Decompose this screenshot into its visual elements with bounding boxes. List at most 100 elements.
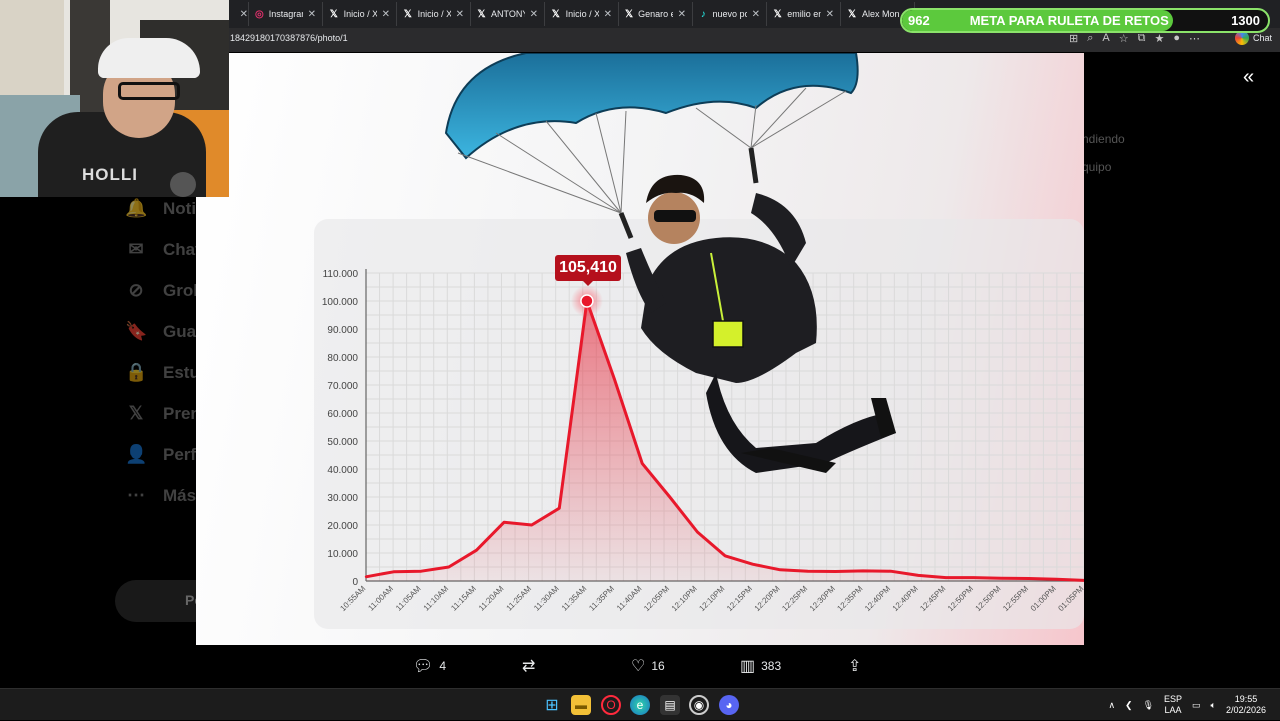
close-icon[interactable]: ✕ xyxy=(308,9,316,20)
chart: 110.000 100.000 90.000 80.000 70.000 60.000 50… xyxy=(322,174,1084,613)
webcam-glasses xyxy=(118,82,180,100)
views-icon: ▥ xyxy=(740,658,756,675)
close-icon[interactable]: ✕ xyxy=(456,9,464,20)
copilot-chat-button[interactable]: Chat xyxy=(1234,31,1272,45)
tray-app-icon[interactable]: ❮ xyxy=(1125,700,1133,711)
read-aloud-icon[interactable]: A xyxy=(1102,32,1109,45)
address-icons: ⊞ ⌕ A ☆ ⧉ ★ ● ⋯ xyxy=(1069,32,1200,45)
skydiver-figure xyxy=(626,174,896,473)
data-point xyxy=(999,577,1003,580)
x-tick-label: 12:05PM xyxy=(642,584,671,613)
opera-icon[interactable]: O xyxy=(601,695,621,715)
browser-tab[interactable]: 𝕏 Inicio / X ✕ xyxy=(545,2,619,26)
repost-icon: ⇄ xyxy=(522,658,536,675)
sidebar-item[interactable]: ✉ Chat xyxy=(125,239,200,260)
sunglasses xyxy=(654,210,696,222)
views-button[interactable]: ▥ 383 xyxy=(740,656,781,676)
x-icon: 𝕏 xyxy=(403,8,412,20)
x-tick-label: 11:25AM xyxy=(505,584,534,613)
tab-label: ANTONY xyxy=(491,9,525,19)
close-icon[interactable]: ✕ xyxy=(826,9,834,20)
y-tick-label: 100.000 xyxy=(322,297,359,308)
data-point xyxy=(1055,578,1058,581)
windows-start-icon[interactable]: ⊞ xyxy=(542,695,562,715)
data-point xyxy=(723,554,727,557)
badge xyxy=(712,320,744,348)
browser-tab[interactable]: 𝕏emilio en ✕ xyxy=(767,2,841,26)
browser-tab[interactable]: 𝕏 Inicio / X ✕ xyxy=(323,2,397,26)
data-point xyxy=(420,570,423,573)
x-tick-label: 11:35PM xyxy=(587,584,616,613)
collapse-panel-icon[interactable]: « xyxy=(1243,66,1254,89)
x-tick-label: 11:15AM xyxy=(449,584,478,613)
x-icon: 𝕏 xyxy=(551,8,560,20)
like-button[interactable]: ♡ 16 xyxy=(631,656,665,676)
close-icon[interactable]: ✕ xyxy=(752,9,760,20)
discord-icon[interactable]: ◕ xyxy=(719,695,739,715)
extensions-icon[interactable]: ⧉ xyxy=(1138,32,1146,45)
browser-tab[interactable]: 𝕏 Inicio / X ✕ xyxy=(397,2,471,26)
y-tick-label: 50.000 xyxy=(327,437,358,448)
obs-icon[interactable]: ◉ xyxy=(689,695,709,715)
favorite-icon[interactable]: ☆ xyxy=(1119,32,1129,45)
zoom-icon[interactable]: ⌕ xyxy=(1087,32,1093,45)
data-point xyxy=(530,523,533,527)
more-icon[interactable]: ⋯ xyxy=(1189,32,1200,45)
tab-close-hidden[interactable]: ✕ xyxy=(229,2,249,26)
reply-count: 4 xyxy=(439,659,446,673)
network-icon[interactable]: ▭ xyxy=(1192,700,1201,711)
share-button[interactable]: ⇪ xyxy=(848,656,861,676)
peak-callout: 105,410 xyxy=(555,255,621,286)
sidebar-item[interactable]: ⊘ Grok xyxy=(125,280,202,301)
file-explorer-icon[interactable]: ▬ xyxy=(571,695,591,715)
y-tick-label: 80.000 xyxy=(327,353,358,364)
tab-label: emilio en xyxy=(787,9,821,19)
close-icon[interactable]: ✕ xyxy=(240,9,248,20)
close-icon[interactable]: ✕ xyxy=(530,9,538,20)
photo-viewer[interactable]: 110.000 100.000 90.000 80.000 70.000 60.000 50… xyxy=(196,53,1084,645)
tray-chevron-icon[interactable]: ∧ xyxy=(1108,700,1115,711)
x-tick-label: 12:10PM xyxy=(697,584,726,613)
instagram-icon: ◎ xyxy=(255,8,264,20)
tab-label: Inicio / X xyxy=(343,9,377,19)
x-tick-label: 12:20PM xyxy=(753,584,782,613)
heart-icon: ♡ xyxy=(631,658,646,675)
y-tick-label: 90.000 xyxy=(327,325,358,336)
y-tick-label: 30.000 xyxy=(327,493,358,504)
microphone-icon[interactable]: 🎙︎ xyxy=(1143,700,1154,711)
close-icon[interactable]: ✕ xyxy=(678,9,686,20)
data-point xyxy=(475,549,478,552)
reply-button[interactable]: 💬︎ 4 xyxy=(413,656,446,676)
clock-date: 2/02/2026 xyxy=(1225,705,1266,715)
browser-tab[interactable]: ♪ nuevo por ✕ xyxy=(693,2,767,26)
edge-icon[interactable]: e xyxy=(630,695,650,715)
x-tick-label: 12:40PM xyxy=(863,584,892,613)
tab-label: Inicio / X xyxy=(417,9,451,19)
data-point xyxy=(392,570,395,573)
sidebar-item[interactable]: 👤 Perfil xyxy=(125,444,206,465)
url-text[interactable]: 18429180170387876/photo/1 xyxy=(230,33,348,43)
browser-tab[interactable]: 𝕏 ANTONY ✕ xyxy=(471,2,545,26)
browser-tab[interactable]: 𝕏 Genaro en ✕ xyxy=(619,2,693,26)
x-icon: 𝕏 xyxy=(329,8,338,20)
x-tick-label: 11:10AM xyxy=(422,584,451,613)
close-icon[interactable]: ✕ xyxy=(382,9,390,20)
language-indicator[interactable]: ESP LAA xyxy=(1164,694,1182,716)
profile-icon[interactable]: ● xyxy=(1173,32,1180,45)
clock-time: 19:55 xyxy=(1234,694,1258,704)
clock[interactable]: 19:55 2/02/2026 xyxy=(1226,694,1266,716)
favorites-icon[interactable]: ★ xyxy=(1154,32,1164,45)
x-tick-label: 12:30PM xyxy=(808,584,837,613)
repost-button[interactable]: ⇄ xyxy=(522,656,535,676)
media-app-icon[interactable]: ▤ xyxy=(660,695,680,715)
volume-icon[interactable]: 🔈︎ xyxy=(1211,700,1216,711)
x-tick-label: 12:35PM xyxy=(835,584,864,613)
close-icon[interactable]: ✕ xyxy=(604,9,612,20)
goal-current: 962 xyxy=(908,13,930,28)
grid-icon[interactable]: ⊞ xyxy=(1069,32,1078,45)
browser-tab[interactable]: ◎ Instagram ✕ xyxy=(249,2,323,26)
x-tick-label: 11:05AM xyxy=(394,584,423,613)
trend-ghost-2: quipo xyxy=(1082,160,1112,174)
x-tick-label: 12:50PM xyxy=(974,584,1003,613)
data-point xyxy=(889,570,892,573)
